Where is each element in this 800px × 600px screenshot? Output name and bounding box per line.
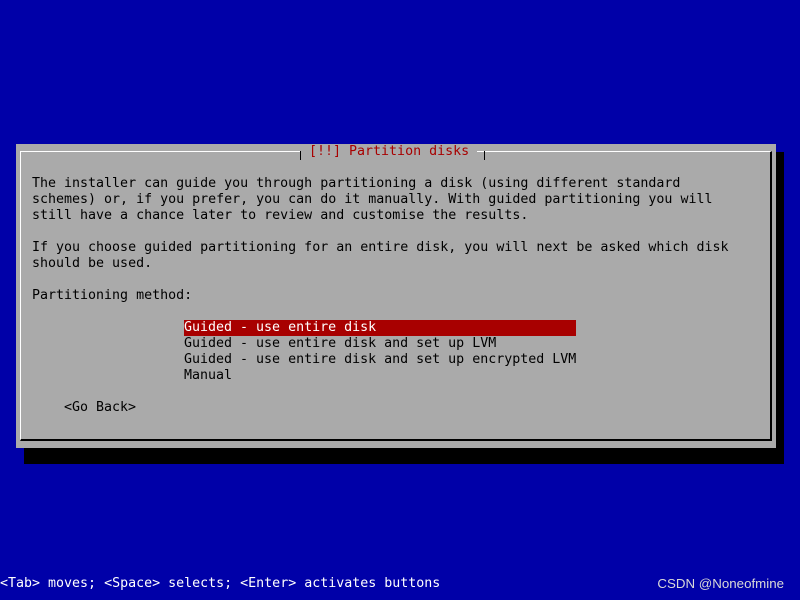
option-guided-lvm[interactable]: Guided - use entire disk and set up LVM xyxy=(184,336,576,352)
partitioning-method-list[interactable]: Guided - use entire disk Guided - use en… xyxy=(184,320,576,384)
description-paragraph-2: If you choose guided partitioning for an… xyxy=(32,240,729,271)
watermark: CSDN @Noneofmine xyxy=(657,576,784,591)
go-back-button[interactable]: <Go Back> xyxy=(64,400,136,416)
option-manual[interactable]: Manual xyxy=(184,368,576,384)
partition-disks-dialog: [!!] Partition disks The installer can g… xyxy=(16,144,776,448)
title-tick-right xyxy=(484,151,485,160)
installer-screen: { "dialog": { "title": "[!!] Partition d… xyxy=(0,0,800,600)
help-bar: <Tab> moves; <Space> selects; <Enter> ac… xyxy=(0,576,800,592)
help-text: <Tab> moves; <Space> selects; <Enter> ac… xyxy=(0,576,441,591)
option-guided-encrypted-lvm[interactable]: Guided - use entire disk and set up encr… xyxy=(184,352,576,368)
dialog-title: [!!] Partition disks xyxy=(301,144,478,160)
dialog-description: The installer can guide you through part… xyxy=(32,176,752,288)
description-paragraph-1: The installer can guide you through part… xyxy=(32,176,713,223)
option-guided-entire-disk[interactable]: Guided - use entire disk xyxy=(184,320,576,336)
partitioning-method-label: Partitioning method: xyxy=(32,288,193,303)
